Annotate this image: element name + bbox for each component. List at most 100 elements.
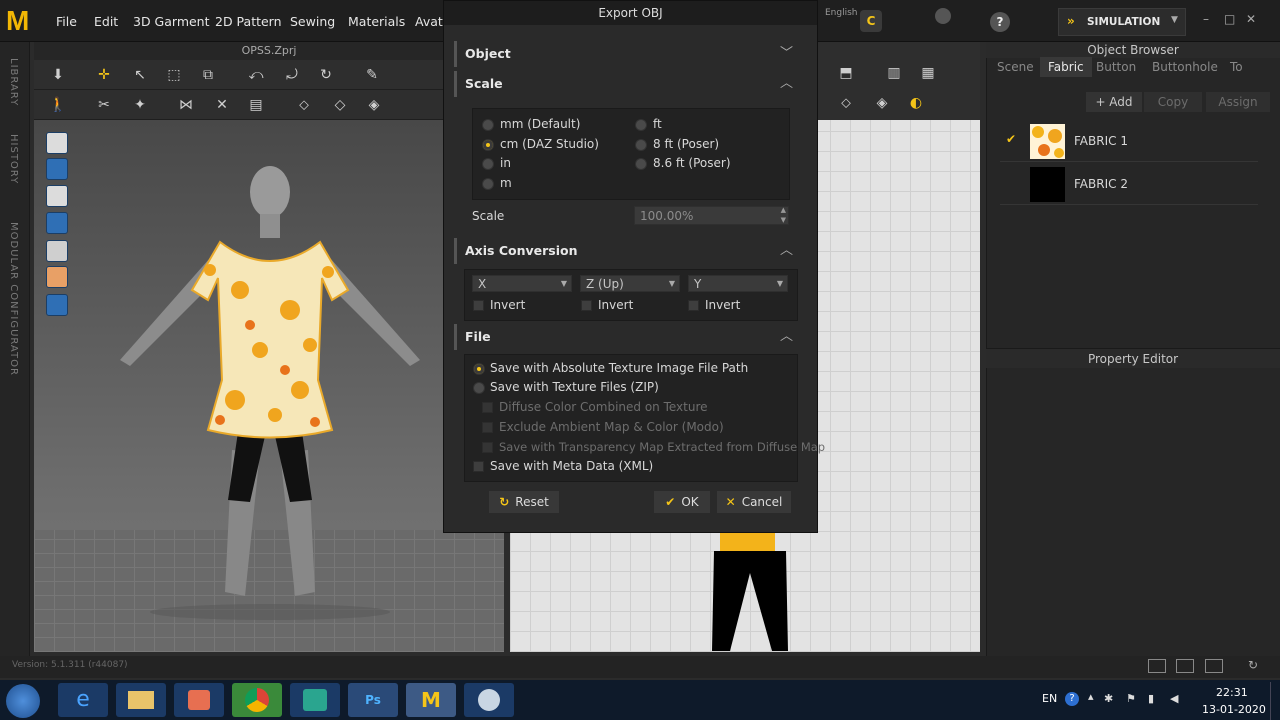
view-3d-icon[interactable] — [1176, 659, 1194, 673]
transparency-map-checkbox[interactable] — [482, 442, 493, 453]
stepper-icon[interactable]: ▲ ▼ — [781, 205, 786, 225]
axis-y-select[interactable]: Y ▼ — [688, 275, 788, 292]
chevron-up-icon[interactable]: ︿ — [780, 71, 793, 97]
scale-input[interactable]: 100.00% ▲ ▼ — [634, 206, 789, 225]
simulation-button[interactable]: » SIMULATION ▼ — [1058, 8, 1186, 36]
explorer-icon[interactable] — [116, 683, 166, 717]
grade-icon[interactable]: ▥ — [882, 62, 906, 84]
network-icon[interactable]: ▮ — [1148, 692, 1154, 705]
fabric-row-1[interactable]: ✔ FABRIC 1 — [1000, 120, 1258, 162]
start-button[interactable] — [6, 684, 40, 718]
radio-unit-ft[interactable] — [635, 119, 647, 131]
chevron-up-icon[interactable]: ︿ — [780, 324, 793, 350]
radio-unit-m[interactable] — [482, 178, 494, 190]
tack-icon[interactable]: ✂ — [92, 94, 116, 116]
library-tab[interactable]: LIBRARY — [8, 58, 19, 106]
clock-time[interactable]: 22:31 — [1216, 686, 1248, 699]
radio-texture-zip[interactable] — [473, 382, 485, 394]
minimize-icon[interactable]: – — [1203, 12, 1209, 26]
garment-icon[interactable] — [46, 132, 68, 154]
avatar-3d[interactable] — [100, 160, 440, 620]
trace-icon[interactable]: ⬦ — [292, 94, 316, 116]
show-desktop-button[interactable] — [1270, 682, 1280, 720]
select-move-icon[interactable]: ✛ — [92, 64, 116, 86]
tab-button[interactable]: Button — [1096, 60, 1136, 74]
7zip-icon[interactable] — [290, 683, 340, 717]
menu-materials[interactable]: Materials — [348, 14, 405, 29]
view-2d-icon[interactable] — [1205, 659, 1223, 673]
transform-icon[interactable]: ⧉ — [196, 64, 220, 86]
topstitch-icon[interactable]: ◈ — [362, 94, 386, 116]
radio-unit-in[interactable] — [482, 158, 494, 170]
radio-unit-86ft[interactable] — [635, 158, 647, 170]
button-tool-icon[interactable]: ◇ — [328, 94, 352, 116]
fabric-library-icon[interactable] — [46, 158, 68, 180]
clock-date[interactable]: 13-01-2020 — [1202, 703, 1266, 716]
cloud-icon[interactable]: C — [860, 10, 882, 32]
help-tray-icon[interactable]: ? — [1065, 692, 1079, 706]
shoes-icon[interactable] — [46, 240, 68, 262]
chevron-up-icon[interactable]: ︿ — [780, 238, 793, 264]
exclude-ambient-checkbox[interactable] — [482, 422, 493, 433]
sew-2d-icon[interactable]: ⬦ — [834, 92, 858, 114]
yellow-tool-icon[interactable]: ◐ — [904, 92, 928, 114]
photoshop-icon[interactable]: Ps — [348, 683, 398, 717]
rotate-icon[interactable]: ↻ — [314, 64, 338, 86]
menu-sewing[interactable]: Sewing — [290, 14, 335, 29]
pin-icon[interactable]: ✦ — [128, 94, 152, 116]
modular-configurator-tab[interactable]: MODULAR CONFIGURATOR — [8, 222, 19, 376]
chrome-icon[interactable] — [232, 683, 282, 717]
section-file[interactable]: File ︿ — [454, 324, 799, 350]
move-down-icon[interactable]: ⬇ — [46, 64, 70, 86]
radio-unit-8ft[interactable] — [635, 139, 647, 151]
menu-3d-garment[interactable]: 3D Garment — [133, 14, 210, 29]
tab-fabric[interactable]: Fabric — [1040, 57, 1092, 77]
invert-x-checkbox[interactable] — [473, 300, 484, 311]
maximize-icon[interactable]: □ — [1224, 12, 1235, 26]
section-object[interactable]: Object ﹀ — [454, 41, 799, 67]
pattern-tool-icon[interactable]: ⬒ — [834, 62, 858, 84]
globe-icon[interactable] — [46, 294, 68, 316]
settings-icon[interactable] — [935, 8, 951, 24]
marvelous-designer-icon[interactable]: M — [406, 683, 456, 717]
volume-icon[interactable]: ◀ — [1170, 692, 1178, 705]
chevron-down-icon[interactable]: ﹀ — [780, 41, 793, 67]
segment-sew-icon[interactable]: ⋈ — [174, 94, 198, 116]
paint-icon[interactable] — [464, 683, 514, 717]
diffuse-combined-checkbox[interactable] — [482, 402, 493, 413]
ie-icon[interactable]: e — [58, 683, 108, 717]
menu-2d-pattern[interactable]: 2D Pattern — [215, 14, 282, 29]
ok-button[interactable]: ✔ OK — [653, 490, 711, 514]
arrange-icon[interactable]: ⤾ — [280, 64, 304, 86]
avatar-library-icon[interactable] — [46, 185, 68, 207]
invert-y-checkbox[interactable] — [688, 300, 699, 311]
bluetooth-icon[interactable]: ✱ — [1104, 692, 1113, 705]
buttonhole-2d-icon[interactable]: ◈ — [870, 92, 894, 114]
menu-edit[interactable]: Edit — [94, 14, 118, 29]
tab-topstitch[interactable]: To — [1230, 60, 1243, 74]
layout-icon[interactable]: ▦ — [916, 62, 940, 84]
assign-fabric-button[interactable]: Assign — [1206, 92, 1270, 112]
language-indicator[interactable]: EN — [1042, 692, 1057, 705]
select-mesh-icon[interactable]: ↖ — [128, 64, 152, 86]
menu-file[interactable]: File — [56, 14, 77, 29]
language-label[interactable]: English — [825, 8, 858, 18]
cancel-button[interactable]: ✕ Cancel — [716, 490, 792, 514]
box-select-icon[interactable]: ⬚ — [162, 64, 186, 86]
chevron-up-icon[interactable]: ▴ — [1088, 690, 1094, 703]
avatar-head-icon[interactable] — [46, 266, 68, 288]
flag-icon[interactable]: ⚑ — [1126, 692, 1136, 705]
copy-fabric-button[interactable]: Copy — [1144, 92, 1202, 112]
media-player-icon[interactable] — [174, 683, 224, 717]
add-fabric-button[interactable]: + Add — [1086, 92, 1142, 112]
pattern-pieces-2d[interactable] — [700, 533, 800, 651]
invert-z-checkbox[interactable] — [581, 300, 592, 311]
fabric-piece-icon[interactable]: ▤ — [244, 94, 268, 116]
history-tab[interactable]: HISTORY — [8, 134, 19, 184]
tab-scene[interactable]: Scene — [997, 60, 1034, 74]
close-icon[interactable]: ✕ — [1246, 12, 1256, 26]
hanger-icon[interactable] — [46, 212, 68, 234]
chevron-down-icon[interactable]: ▼ — [1171, 15, 1178, 25]
avatar-pose-icon[interactable]: 🚶 — [46, 94, 70, 116]
refresh-icon[interactable]: ↻ — [1248, 658, 1258, 672]
